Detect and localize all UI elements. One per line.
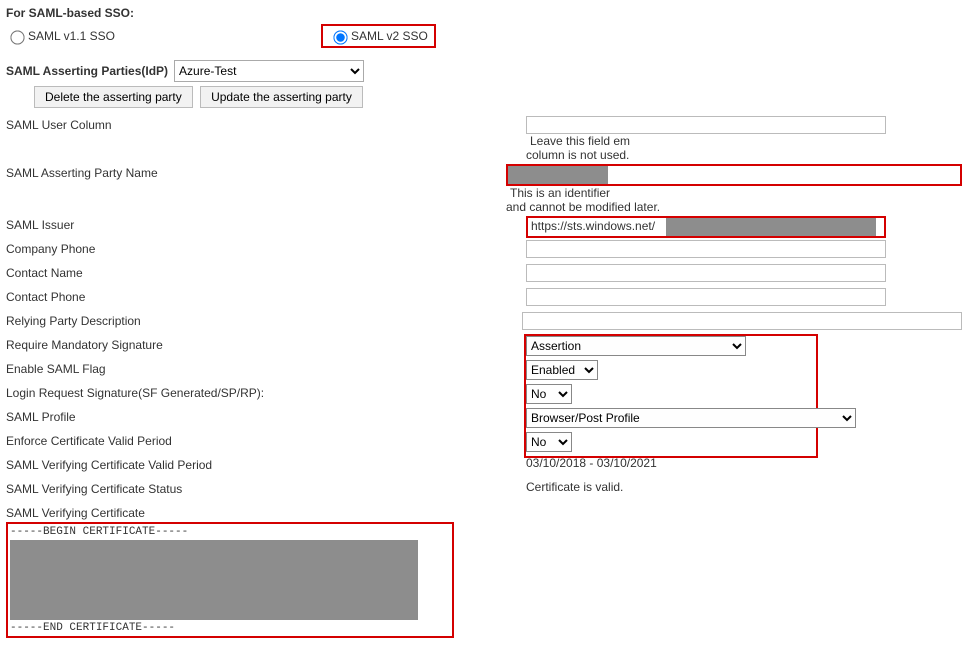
section-title: For SAML-based SSO:	[6, 6, 962, 20]
row-cert-status: SAML Verifying Certificate Status Certif…	[6, 480, 962, 502]
saml-v11-radio-label: SAML v1.1 SSO	[28, 29, 115, 43]
label-req-sig: Require Mandatory Signature	[6, 336, 526, 352]
input-party-name-box[interactable]	[506, 164, 962, 186]
input-user-column[interactable]	[526, 116, 886, 134]
saml-v11-radio-input[interactable]	[10, 30, 24, 44]
saml-v2-radio[interactable]: SAML v2 SSO	[329, 28, 428, 44]
idp-label: SAML Asserting Parties(IdP)	[6, 64, 168, 78]
redacted-issuer	[666, 218, 876, 236]
cert-end-line: -----END CERTIFICATE-----	[10, 622, 450, 634]
label-company-phone: Company Phone	[6, 240, 526, 256]
row-cert-period: SAML Verifying Certificate Valid Period …	[6, 456, 962, 478]
label-issuer: SAML Issuer	[6, 216, 526, 232]
label-cert-period: SAML Verifying Certificate Valid Period	[6, 456, 526, 472]
row-saml-flag: Enable SAML Flag Enabled	[6, 360, 962, 382]
saml-config-page: { "header": { "for_label": "For SAML-bas…	[0, 0, 968, 650]
row-cert: SAML Verifying Certificate -----BEGIN CE…	[6, 504, 962, 638]
sso-version-radio-row: SAML v1.1 SSO SAML v2 SSO	[6, 24, 962, 48]
input-relying-desc[interactable]	[522, 312, 962, 330]
row-relying-desc: Relying Party Description	[6, 312, 962, 334]
label-party-name: SAML Asserting Party Name	[6, 164, 506, 180]
value-cert-status: Certificate is valid.	[526, 480, 623, 494]
cert-begin-line: -----BEGIN CERTIFICATE-----	[10, 526, 450, 538]
label-saml-flag: Enable SAML Flag	[6, 360, 526, 376]
label-cert: SAML Verifying Certificate	[6, 504, 526, 520]
input-company-phone[interactable]	[526, 240, 886, 258]
row-party-name: SAML Asserting Party Name This is an ide…	[6, 164, 962, 214]
row-issuer: SAML Issuer https://sts.windows.net/	[6, 216, 962, 238]
label-enforce-valid: Enforce Certificate Valid Period	[6, 432, 526, 448]
delete-asserting-party-button[interactable]: Delete the asserting party	[34, 86, 193, 108]
row-company-phone: Company Phone	[6, 240, 962, 262]
redacted-party-name	[508, 166, 608, 184]
row-user-column: SAML User Column Leave this field em col…	[6, 116, 962, 162]
label-profile: SAML Profile	[6, 408, 526, 424]
helper-party-name-2: and cannot be modified later.	[506, 200, 962, 214]
saml-v2-radio-input[interactable]	[333, 30, 347, 44]
label-contact-phone: Contact Phone	[6, 288, 526, 304]
saml-v2-radio-label: SAML v2 SSO	[351, 29, 428, 43]
select-req-sig[interactable]: Assertion	[526, 336, 746, 356]
row-req-sig: Require Mandatory Signature Assertion	[6, 336, 962, 358]
idp-select[interactable]: Azure-Test	[174, 60, 364, 82]
label-cert-status: SAML Verifying Certificate Status	[6, 480, 526, 496]
input-contact-phone[interactable]	[526, 288, 886, 306]
label-user-column: SAML User Column	[6, 116, 526, 132]
select-saml-flag[interactable]: Enabled	[526, 360, 598, 380]
row-enforce-valid: Enforce Certificate Valid Period No	[6, 432, 962, 454]
row-login-sig: Login Request Signature(SF Generated/SP/…	[6, 384, 962, 406]
input-issuer-box[interactable]: https://sts.windows.net/	[526, 216, 886, 238]
select-enforce-valid[interactable]: No	[526, 432, 572, 452]
label-relying-desc: Relying Party Description	[6, 312, 522, 328]
update-asserting-party-button[interactable]: Update the asserting party	[200, 86, 363, 108]
helper-party-name-1: This is an identifier	[510, 186, 610, 200]
helper-user-column-1: Leave this field em	[530, 134, 630, 148]
select-profile[interactable]: Browser/Post Profile	[526, 408, 856, 428]
cert-redacted-block	[10, 540, 418, 620]
row-contact-name: Contact Name	[6, 264, 962, 286]
idp-row: SAML Asserting Parties(IdP) Azure-Test	[6, 60, 962, 82]
value-cert-period: 03/10/2018 - 03/10/2021	[526, 456, 657, 470]
saml-v2-highlight-box: SAML v2 SSO	[321, 24, 436, 48]
row-contact-phone: Contact Phone	[6, 288, 962, 310]
saml-v11-radio[interactable]: SAML v1.1 SSO	[6, 28, 115, 44]
idp-buttons: Delete the asserting party Update the as…	[34, 86, 962, 108]
certificate-box: -----BEGIN CERTIFICATE----- -----END CER…	[6, 522, 454, 638]
input-contact-name[interactable]	[526, 264, 886, 282]
row-profile: SAML Profile Browser/Post Profile	[6, 408, 962, 430]
label-login-sig: Login Request Signature(SF Generated/SP/…	[6, 384, 526, 400]
label-contact-name: Contact Name	[6, 264, 526, 280]
input-issuer-value: https://sts.windows.net/	[531, 219, 655, 233]
helper-user-column-2: column is not used.	[526, 148, 962, 162]
select-login-sig[interactable]: No	[526, 384, 572, 404]
